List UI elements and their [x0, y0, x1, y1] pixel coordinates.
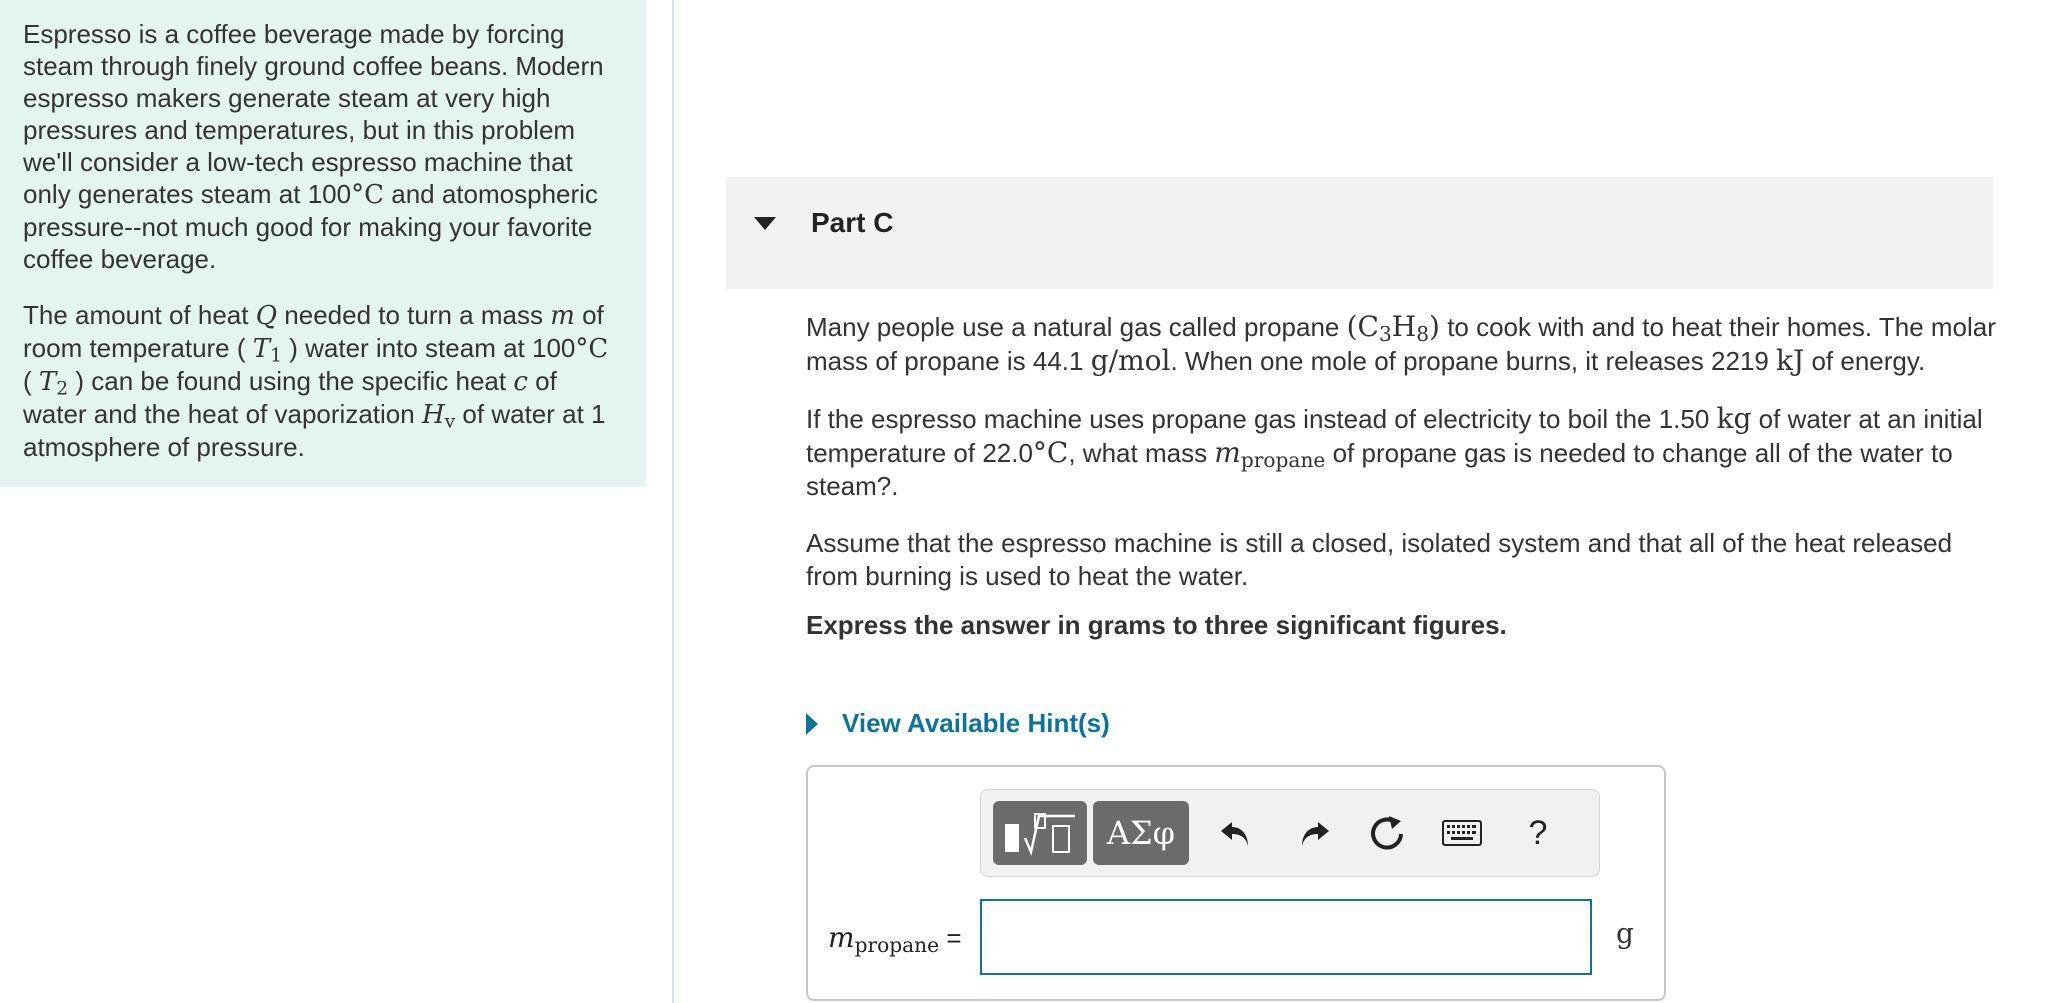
answer-unit: g — [1616, 917, 1634, 950]
problem-paragraph-1: Many people use a natural gas called pro… — [806, 310, 1996, 377]
problem-statement: Many people use a natural gas called pro… — [806, 310, 1996, 666]
greek-symbols-button[interactable]: ΑΣφ — [1093, 801, 1189, 865]
redo-icon — [1302, 822, 1329, 846]
unit-g-per-mol: g/mol — [1090, 344, 1171, 377]
reset-button[interactable] — [1363, 808, 1413, 858]
hint-label[interactable]: View Available Hint(s) — [842, 708, 1110, 739]
problem-paragraph-2: If the espresso machine uses propane gas… — [806, 402, 1983, 501]
unit-celsius: °C — [1032, 436, 1069, 469]
var-m-propane: mpropane — [1214, 436, 1326, 473]
unit-celsius: °C — [575, 334, 609, 364]
var-T2: T2 — [38, 367, 69, 400]
propane-formula: (C3H8) — [1346, 310, 1440, 347]
undo-icon — [1221, 822, 1248, 846]
redo-button[interactable] — [1289, 808, 1339, 858]
part-header[interactable]: Part C — [726, 177, 1993, 289]
part-title: Part C — [811, 207, 894, 238]
var-Hv: Hv — [421, 400, 456, 433]
view-hints-link[interactable]: View Available Hint(s) — [806, 708, 1110, 739]
keyboard-icon — [1442, 820, 1482, 846]
unit-kg: kg — [1716, 402, 1752, 435]
keyboard-button[interactable] — [1437, 808, 1487, 858]
greek-symbols-icon: ΑΣφ — [1106, 814, 1176, 852]
panel-divider — [672, 0, 674, 1003]
unit-kj: kJ — [1776, 344, 1805, 377]
var-Q: Q — [255, 301, 278, 331]
collapse-triangle-icon[interactable] — [754, 217, 776, 230]
answer-box: ΑΣφ ? mpropane = g — [806, 765, 1666, 1001]
templates-icon — [1005, 813, 1075, 857]
help-icon: ? — [1528, 813, 1548, 852]
answer-input[interactable] — [980, 899, 1592, 975]
intro-panel: Espresso is a coffee beverage made by fo… — [0, 0, 646, 487]
problem-paragraph-3: Assume that the espresso machine is stil… — [806, 528, 1953, 591]
intro-paragraph-2: The amount of heat Q needed to turn a ma… — [23, 300, 609, 462]
answer-instruction: Express the answer in grams to three sig… — [806, 610, 1507, 640]
unit-celsius: °C — [351, 180, 385, 210]
templates-button[interactable] — [993, 801, 1087, 865]
var-m: m — [550, 301, 575, 331]
answer-label: mpropane = — [828, 921, 962, 958]
var-T1: T1 — [252, 334, 282, 367]
reset-icon — [1371, 816, 1403, 850]
undo-button[interactable] — [1211, 808, 1261, 858]
var-m-propane: mpropane — [828, 921, 940, 958]
math-toolbar: ΑΣφ ? — [980, 789, 1600, 877]
expand-triangle-icon[interactable] — [806, 712, 818, 735]
intro-paragraph-1: Espresso is a coffee beverage made by fo… — [23, 19, 604, 274]
help-button[interactable]: ? — [1513, 808, 1563, 858]
var-c: c — [513, 367, 528, 397]
